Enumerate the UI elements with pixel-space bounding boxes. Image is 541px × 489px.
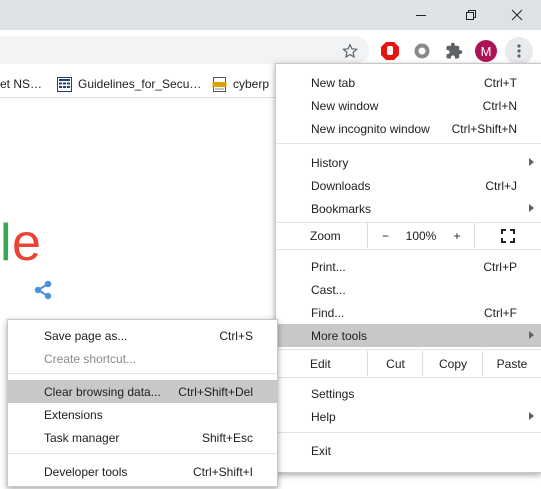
zoom-row: Zoom − 100% + bbox=[276, 223, 541, 248]
bookmark-item[interactable]: Guidelines_for_Secu… bbox=[57, 75, 201, 93]
menu-item-help[interactable]: Help bbox=[276, 405, 541, 428]
menu-separator bbox=[8, 373, 277, 374]
fullscreen-icon bbox=[501, 228, 515, 243]
profile-avatar[interactable]: M bbox=[475, 40, 497, 62]
avatar-initial: M bbox=[480, 43, 492, 59]
bookmark-item[interactable]: et NS… bbox=[0, 75, 42, 93]
restore-icon bbox=[466, 10, 476, 20]
close-icon bbox=[511, 9, 523, 21]
bookmark-item[interactable]: cyberp bbox=[212, 75, 269, 93]
share-icon bbox=[34, 280, 52, 300]
menu-item-downloads[interactable]: Downloads Ctrl+J bbox=[276, 174, 541, 197]
zoom-in-button[interactable]: + bbox=[440, 223, 474, 248]
submenu-item-task-manager[interactable]: Task manager Shift+Esc bbox=[8, 426, 277, 449]
address-bar[interactable] bbox=[0, 36, 369, 64]
submenu-arrow-icon bbox=[529, 412, 534, 420]
restore-button[interactable] bbox=[448, 0, 494, 30]
submenu-arrow-icon bbox=[529, 331, 534, 339]
menu-separator bbox=[276, 249, 541, 250]
kebab-icon bbox=[517, 44, 521, 58]
menu-item-settings[interactable]: Settings bbox=[276, 382, 541, 405]
menu-separator bbox=[276, 377, 541, 378]
extension-circle-icon bbox=[414, 43, 430, 59]
fullscreen-button[interactable] bbox=[474, 223, 541, 248]
logo-letter-l: l bbox=[0, 214, 12, 272]
chrome-menu-button[interactable] bbox=[505, 37, 533, 65]
menu-item-cast[interactable]: Cast... bbox=[276, 278, 541, 301]
minimize-icon bbox=[416, 15, 426, 16]
title-bar bbox=[0, 0, 541, 30]
minimize-button[interactable] bbox=[398, 0, 444, 30]
menu-separator bbox=[8, 453, 277, 454]
bookmark-label: Guidelines_for_Secu… bbox=[78, 77, 202, 91]
zoom-level: 100% bbox=[405, 228, 437, 243]
zoom-label: Zoom bbox=[310, 229, 341, 243]
edit-row: Edit Cut Copy Paste bbox=[276, 351, 541, 376]
logo-letter-e: e bbox=[12, 214, 41, 272]
star-icon bbox=[342, 43, 358, 59]
submenu-item-save-page-as[interactable]: Save page as... Ctrl+S bbox=[8, 324, 277, 347]
menu-item-history[interactable]: History bbox=[276, 151, 541, 174]
document-grid-icon bbox=[57, 76, 72, 92]
cut-button[interactable]: Cut bbox=[367, 351, 423, 376]
menu-item-find[interactable]: Find... Ctrl+F bbox=[276, 301, 541, 324]
bookmark-label: cyberp bbox=[233, 77, 270, 91]
menu-separator bbox=[276, 349, 541, 350]
menu-item-exit[interactable]: Exit bbox=[276, 439, 541, 462]
submenu-item-developer-tools[interactable]: Developer tools Ctrl+Shift+I bbox=[8, 460, 277, 483]
extension-adblock-button[interactable] bbox=[378, 39, 402, 63]
menu-item-print[interactable]: Print... Ctrl+P bbox=[276, 255, 541, 278]
submenu-item-create-shortcut[interactable]: Create shortcut... bbox=[8, 347, 277, 370]
submenu-arrow-icon bbox=[529, 204, 534, 212]
menu-item-new-tab[interactable]: New tab Ctrl+T bbox=[276, 71, 541, 94]
menu-item-new-incognito-window[interactable]: New incognito window Ctrl+Shift+N bbox=[276, 117, 541, 140]
bookmark-star-button[interactable] bbox=[339, 40, 361, 62]
zoom-out-button[interactable]: − bbox=[367, 223, 403, 248]
extension-grammar-button[interactable] bbox=[410, 39, 434, 63]
stop-hand-icon bbox=[381, 42, 399, 60]
submenu-item-extensions[interactable]: Extensions bbox=[8, 403, 277, 426]
close-window-button[interactable] bbox=[494, 0, 540, 30]
menu-item-new-window[interactable]: New window Ctrl+N bbox=[276, 94, 541, 117]
menu-item-bookmarks[interactable]: Bookmarks bbox=[276, 197, 541, 220]
chrome-menu: New tab Ctrl+T New window Ctrl+N New inc… bbox=[275, 63, 541, 473]
menu-separator bbox=[276, 143, 541, 144]
extensions-button[interactable] bbox=[442, 39, 466, 63]
copy-button[interactable]: Copy bbox=[422, 351, 483, 376]
edit-label: Edit bbox=[310, 357, 331, 371]
bookmark-label: et NS… bbox=[0, 77, 43, 91]
submenu-item-clear-browsing-data[interactable]: Clear browsing data... Ctrl+Shift+Del bbox=[8, 380, 277, 403]
menu-separator bbox=[276, 432, 541, 433]
pdf-icon bbox=[212, 76, 227, 92]
share-button[interactable] bbox=[33, 280, 53, 303]
more-tools-submenu: Save page as... Ctrl+S Create shortcut..… bbox=[7, 319, 278, 487]
submenu-arrow-icon bbox=[529, 158, 534, 166]
menu-item-more-tools[interactable]: More tools bbox=[276, 324, 541, 347]
puzzle-icon bbox=[446, 42, 463, 59]
paste-button[interactable]: Paste bbox=[482, 351, 541, 376]
